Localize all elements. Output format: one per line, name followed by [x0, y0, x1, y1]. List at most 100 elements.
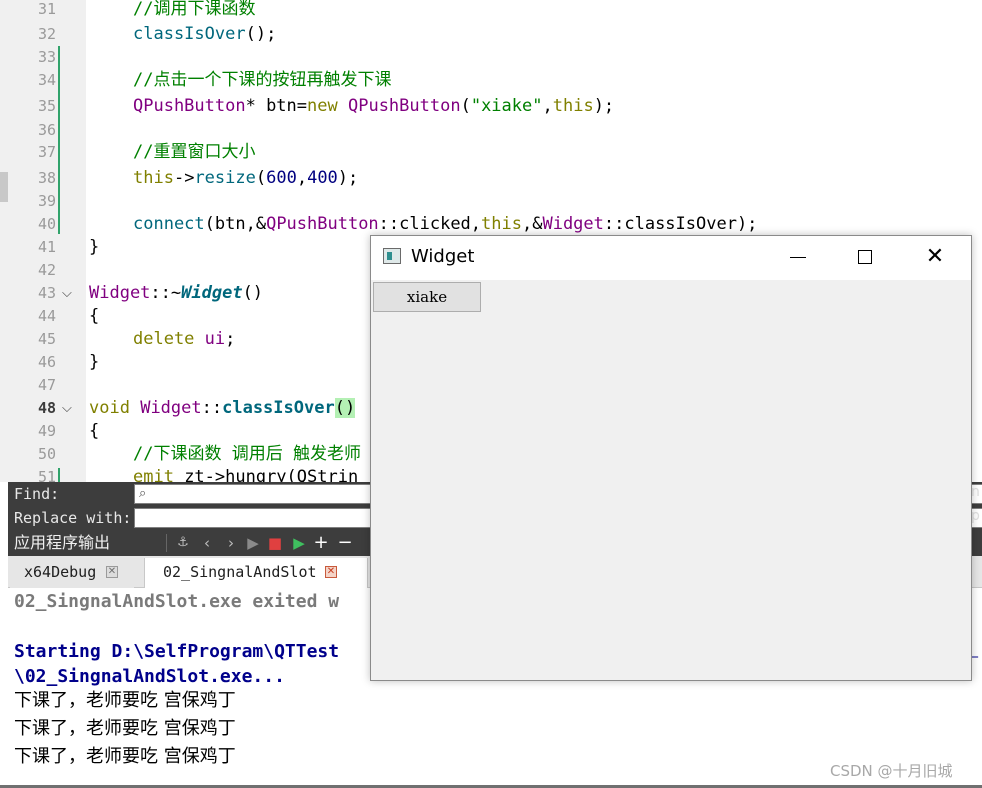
close-icon[interactable]: ✕ [106, 566, 118, 578]
code-fragment: * btn= [245, 96, 308, 116]
function-call: resize [194, 168, 256, 188]
code-text: emit zt->hungry(QStrin [133, 466, 358, 482]
code-line-37: 37 //重置窗口大小 [0, 141, 982, 164]
number-literal: 400 [307, 168, 338, 188]
line-number: 51 [37, 468, 56, 482]
minimize-icon [790, 257, 806, 258]
xiake-button[interactable]: xiake [373, 282, 481, 312]
code-text: //点击一个下课的按钮再触发下课 [133, 69, 391, 92]
line-number: 35 [37, 97, 56, 115]
code-line-36: 36 [0, 119, 982, 142]
stop-icon[interactable]: ■ [266, 530, 284, 556]
code-line-35: 35 QPushButton* btn=new QPushButton("xia… [0, 95, 982, 118]
line-number: 34 [37, 71, 56, 89]
csdn-watermark: CSDN @十月旧城 [830, 762, 953, 780]
code-fragment: ; [225, 329, 236, 349]
tab-x64debug[interactable]: x64Debug ✕ [10, 558, 134, 588]
plus-icon[interactable]: + [312, 530, 330, 556]
type-name: QPushButton [347, 96, 461, 116]
code-text: //下课函数 调用后 触发老师 [133, 443, 361, 466]
function-name: classIsOver [222, 398, 335, 418]
comment: //调用下课函数 [133, 0, 256, 19]
attach-icon[interactable]: ⚓ [174, 530, 192, 556]
type-name: QPushButton [133, 96, 246, 116]
punctuation: (); [245, 24, 277, 44]
minus-icon[interactable]: − [336, 530, 354, 556]
toolbar-separator [166, 534, 167, 552]
fold-chevron-icon[interactable]: ⌵ [62, 286, 72, 301]
minimize-button[interactable] [774, 236, 820, 280]
member-variable: ui [204, 329, 226, 349]
keyword: void [89, 398, 130, 418]
keyword: delete [133, 329, 195, 349]
code-fragment: ::~ [150, 283, 182, 303]
type-name: QPushButton [266, 214, 379, 234]
code-line-40: 40 connect(btn,&QPushButton::clicked,thi… [0, 213, 982, 236]
number-literal: 600 [266, 168, 297, 188]
code-fragment: ); [593, 96, 615, 116]
maximize-icon [858, 250, 872, 264]
code-line-31: 31 //调用下课函数 [0, 0, 982, 21]
output-line: Starting D:\SelfProgram\QTTest [14, 641, 340, 662]
line-number: 39 [37, 192, 56, 210]
code-text: //重置窗口大小 [133, 141, 255, 164]
comment: //下课函数 调用后 触发老师 [133, 444, 361, 464]
code-fragment: ::classIsOver); [603, 214, 758, 234]
run-icon[interactable]: ▶ [244, 530, 262, 556]
keyword: this [552, 96, 594, 116]
code-fragment: ); [337, 168, 359, 188]
app-icon-glyph [387, 252, 392, 260]
code-text: //调用下课函数 [133, 0, 255, 21]
line-number: 31 [37, 0, 56, 18]
code-fragment: () [242, 283, 264, 303]
code-line-39: 39 [0, 190, 982, 213]
line-number: 47 [37, 376, 56, 394]
code-fragment: ( [255, 168, 267, 188]
line-number: 33 [37, 48, 56, 66]
app-icon [383, 248, 401, 264]
code-fragment: :: [201, 398, 223, 418]
code-fragment: -> [173, 168, 195, 188]
search-icon[interactable]: ⌕ [139, 486, 146, 501]
code-text: classIsOver(); [133, 23, 276, 46]
line-number: 42 [37, 261, 56, 279]
clipped-option-text: n [971, 484, 980, 500]
debug-run-icon[interactable]: ▶ [290, 530, 308, 556]
fold-chevron-icon[interactable]: ⌵ [62, 401, 72, 416]
type-name: Widget [89, 283, 151, 303]
tab-02-singnalandslot[interactable]: 02_SingnalAndSlot ✕ [144, 558, 368, 588]
window-title-bar[interactable]: Widget ✕ [371, 236, 971, 280]
clipped-output-text: _ [971, 642, 978, 658]
line-number: 32 [37, 25, 56, 43]
line-number: 49 [37, 422, 56, 440]
replace-label: Replace with: [14, 509, 132, 527]
widget-window[interactable]: Widget ✕ xiake [370, 235, 972, 681]
output-line: 02_SingnalAndSlot.exe exited w [14, 591, 340, 612]
code-text: { [89, 421, 100, 441]
comment: //点击一个下课的按钮再触发下课 [133, 70, 392, 90]
line-number: 46 [37, 353, 56, 371]
chevron-right-icon[interactable]: › [222, 530, 240, 556]
line-number: 37 [37, 143, 56, 161]
code-text: QPushButton* btn=new QPushButton("xiake"… [133, 95, 614, 118]
code-line-34: 34 //点击一个下课的按钮再触发下课 [0, 69, 982, 92]
output-line: \02_SingnalAndSlot.exe... [14, 666, 285, 687]
output-line: 下课了，老师要吃 宫保鸡丁 [14, 690, 236, 711]
close-icon[interactable]: ✕ [325, 566, 337, 578]
chevron-left-icon[interactable]: ‹ [198, 530, 216, 556]
line-number: 44 [37, 307, 56, 325]
code-fragment [338, 96, 348, 116]
keyword: emit [133, 467, 174, 482]
matching-paren-highlight: () [334, 398, 356, 418]
line-number: 48 [37, 399, 56, 417]
close-button[interactable]: ✕ [912, 236, 958, 280]
keyword: new [307, 96, 338, 116]
line-number: 45 [37, 330, 56, 348]
maximize-button[interactable] [842, 236, 888, 280]
code-text: this->resize(600,400); [133, 167, 358, 190]
tab-label: 02_SingnalAndSlot [163, 563, 317, 581]
code-fragment [194, 329, 204, 349]
line-number: 36 [37, 121, 56, 139]
function-call: connect [133, 214, 205, 234]
line-number: 38 [37, 169, 56, 187]
